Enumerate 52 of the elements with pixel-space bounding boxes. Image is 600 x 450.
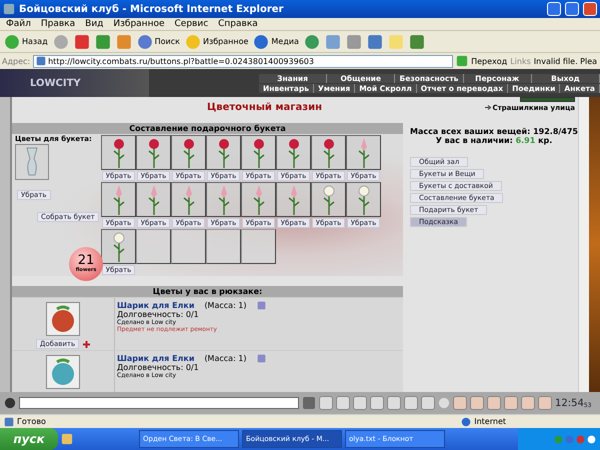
item-durability: Долговечность: 0/1	[117, 363, 200, 372]
menu-item[interactable]: Сервис	[174, 19, 208, 29]
menu-item[interactable]: Файл	[6, 19, 31, 29]
chat-tool-icon[interactable]	[370, 396, 384, 410]
chat-tool-icon[interactable]	[453, 396, 467, 410]
menu-item[interactable]: Правка	[40, 19, 76, 29]
chat-tool-icon[interactable]	[521, 396, 535, 410]
arrow-icon	[485, 104, 492, 110]
chat-tool-icon[interactable]	[319, 396, 333, 410]
chat-tool-icon[interactable]	[387, 396, 401, 410]
item-name[interactable]: Шарик для Елки	[117, 354, 194, 363]
chat-tool-icon[interactable]	[504, 396, 518, 410]
money-text: У вас в наличии: 6.91 кр.	[434, 136, 554, 145]
toolbar-button-label[interactable]: Поиск	[154, 37, 180, 46]
notice-text: Invalid file. Plea	[534, 56, 598, 66]
item-mass: (Масса: 1)	[204, 301, 247, 310]
chat-tool-icon[interactable]	[487, 396, 501, 410]
menu-item[interactable]: Избранное	[113, 19, 164, 29]
chat-tool-icon[interactable]	[538, 396, 552, 410]
window-title: Бойцовский клуб - Microsoft Internet Explorer	[19, 4, 284, 14]
chat-tool-icon[interactable]	[336, 396, 350, 410]
chat-input[interactable]	[19, 397, 299, 409]
plus-icon	[83, 340, 90, 348]
section-header: Составление подарочного букета	[12, 123, 404, 134]
item-name[interactable]: Шарик для Елки	[117, 301, 194, 310]
go-button[interactable]: Переход	[471, 56, 508, 66]
chat-tool-icon[interactable]	[404, 396, 418, 410]
chat-tool-icon[interactable]	[470, 396, 484, 410]
item-mass: (Масса: 1)	[204, 354, 247, 363]
section-header: Цветы у вас в рюкзаке:	[12, 286, 404, 297]
address-field[interactable]: http://lowcity.combats.ru/buttons.pl?battle=0.0243801400939603	[33, 54, 454, 68]
menu-item[interactable]: Справка	[218, 19, 258, 29]
scrollbar[interactable]	[578, 97, 589, 392]
toolbar-button-label[interactable]: Медиа	[271, 37, 299, 46]
maximize-button[interactable]	[565, 2, 579, 16]
menu-item[interactable]: Вид	[85, 19, 104, 29]
flower-count: 21	[78, 255, 94, 267]
toolbar-button-label[interactable]: Назад	[22, 37, 48, 46]
mass-text: Масса всех ваших вещей: 192.8/475	[410, 127, 578, 136]
vase-icon	[25, 147, 39, 177]
game-logo[interactable]: LOWCITY	[0, 69, 149, 97]
close-button[interactable]	[583, 2, 597, 16]
chat-tool-icon[interactable]	[353, 396, 367, 410]
shop-title: Цветочный магазин	[207, 102, 322, 113]
chat-tool-icon[interactable]	[421, 396, 435, 410]
start-button[interactable]: пуск	[0, 428, 58, 450]
toolbar-button-label[interactable]: Избранное	[202, 37, 248, 46]
status-text: Готово	[17, 417, 46, 426]
zone-text: Internet	[474, 417, 506, 426]
address-label: Адрес:	[2, 56, 30, 66]
item-durability: Долговечность: 0/1	[117, 310, 200, 319]
minimize-button[interactable]	[547, 2, 561, 16]
